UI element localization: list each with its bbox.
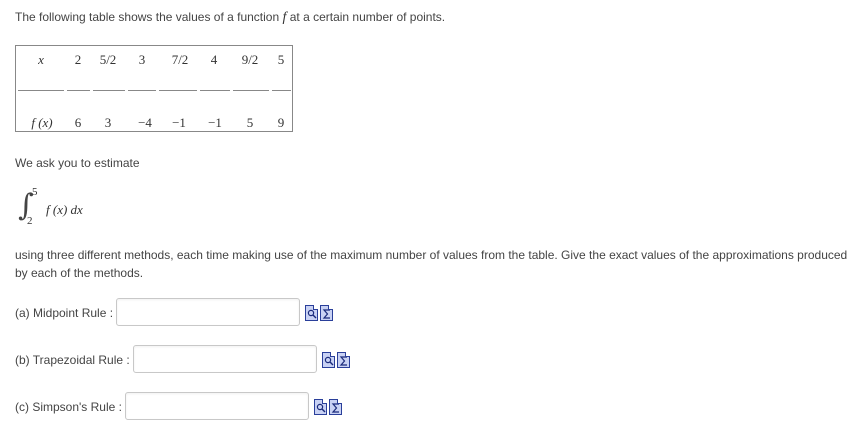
integral-lower-bound: 2 [27,215,33,227]
sigma-editor-icon[interactable] [320,305,333,321]
integral-upper-bound: 5 [32,186,38,198]
function-table: x 2 5/2 3 7/2 4 9/2 5 f (x) 6 3 −4 −1 −1… [15,45,293,132]
table-rule [18,90,64,91]
x-row-label: x [38,52,44,67]
intro-after: at a certain number of points. [286,10,446,24]
integrand: f (x) dx [46,202,83,217]
table-rule [233,90,269,91]
table-rule [200,90,230,91]
fx-row-label: f (x) [31,115,53,130]
table-rule [67,90,90,91]
preview-icon[interactable] [322,352,335,368]
table-rule [159,90,197,91]
sigma-editor-icon[interactable] [337,352,350,368]
simpsons-rule-input[interactable] [125,392,309,420]
instructions-text: using three different methods, each time… [15,248,848,280]
midpoint-rule-label: (a) Midpoint Rule : [15,306,114,320]
fx-value: 6 [74,115,82,130]
fx-value: −4 [138,115,152,130]
intro-before: The following table shows the values of … [15,10,283,24]
x-value: 3 [138,52,146,67]
simpsons-rule-label: (c) Simpson's Rule : [15,400,122,414]
x-value: 5 [277,52,285,67]
x-value: 4 [210,52,218,67]
trapezoidal-rule-tools [322,352,352,370]
fx-value: 3 [104,115,112,130]
table-rule [93,90,125,91]
fx-value: 9 [277,115,285,130]
x-value: 9/2 [241,52,259,67]
trapezoidal-rule-label: (b) Trapezoidal Rule : [15,353,130,367]
integral-expression: ∫ 5 2 f (x) dx [18,186,138,234]
preview-icon[interactable] [314,399,327,415]
table-rule [272,90,291,91]
table-rule [128,90,156,91]
estimate-prompt: We ask you to estimate [15,156,140,170]
x-value: 5/2 [99,52,117,67]
preview-icon[interactable] [305,305,318,321]
simpsons-rule-tools [314,399,344,417]
x-value: 2 [74,52,82,67]
midpoint-rule-tools [305,305,335,323]
trapezoidal-rule-input[interactable] [133,345,317,373]
intro-text: The following table shows the values of … [15,10,445,26]
sigma-editor-icon[interactable] [329,399,342,415]
fx-value: −1 [172,115,186,130]
fx-value: 5 [246,115,254,130]
midpoint-rule-input[interactable] [116,298,300,326]
fx-value: −1 [208,115,222,130]
x-value: 7/2 [171,52,189,67]
